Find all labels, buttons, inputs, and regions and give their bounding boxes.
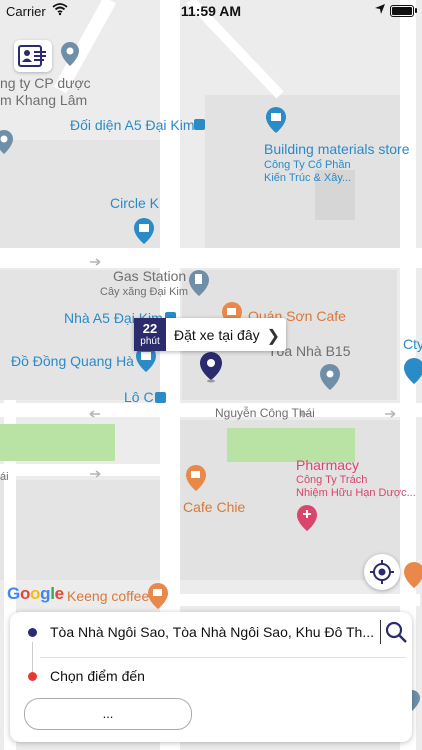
search-icon[interactable] xyxy=(384,620,408,644)
location-arrow-icon xyxy=(375,4,385,14)
pickup-dot-icon xyxy=(28,628,37,637)
poi-label: Circle K xyxy=(110,195,160,211)
poi-label: Công Ty Cổ Phần xyxy=(264,159,351,171)
poi-label: Đối diện A5 Đại Kim xyxy=(70,117,195,133)
text-cursor xyxy=(380,620,381,644)
poi-label: Nhiệm Hữu Hạn Dược... xyxy=(296,487,416,499)
poi-label: Building materials store xyxy=(264,141,410,157)
bus-stop-icon xyxy=(194,119,205,130)
more-options-button[interactable]: ... xyxy=(24,698,192,730)
poi-label: Công Ty Trách xyxy=(296,474,368,486)
eta-unit: phút xyxy=(140,336,160,347)
pickup-address-field[interactable]: Tòa Nhà Ngôi Sao, Tòa Nhà Ngôi Sao, Khu … xyxy=(50,624,378,640)
status-time: 11:59 AM xyxy=(180,3,242,19)
google-logo: Google xyxy=(7,584,64,603)
profile-card-button[interactable] xyxy=(14,40,52,72)
pickup-here-label: Đặt xe tại đây xyxy=(174,327,260,343)
destination-dot-icon xyxy=(28,672,37,681)
chevron-right-icon: ❯ xyxy=(266,328,280,345)
poi-label: Lô C xyxy=(124,389,154,405)
field-divider xyxy=(40,657,406,658)
eta-badge: 22 phút xyxy=(134,318,166,351)
destination-field[interactable]: Chọn điểm đến xyxy=(50,668,145,684)
poi-label: Gas Station xyxy=(113,268,187,284)
street-label: Nguyễn Công Thái xyxy=(215,406,315,420)
poi-label: ng ty CP dược xyxy=(0,75,91,91)
pickup-here-bubble[interactable]: 22 phút Đặt xe tại đây ❯ xyxy=(134,318,286,351)
eta-number: 22 xyxy=(142,321,158,336)
status-bar: Carrier 11:59 AM xyxy=(0,0,422,22)
crosshair-icon xyxy=(370,560,394,584)
route-panel: Tòa Nhà Ngôi Sao, Tòa Nhà Ngôi Sao, Khu … xyxy=(10,612,412,742)
poi-label: Pharmacy xyxy=(296,457,360,473)
poi-label: Keeng coffee xyxy=(67,588,150,604)
poi-label: m Khang Lâm xyxy=(0,92,88,108)
street-label: ái xyxy=(0,471,9,483)
my-location-button[interactable] xyxy=(364,554,400,590)
battery-icon xyxy=(390,5,417,17)
poi-label: Cafe Chie xyxy=(183,499,246,515)
bus-stop-icon xyxy=(155,392,166,403)
poi-label: Cây xăng Đại Kim xyxy=(100,286,189,298)
route-connector xyxy=(32,642,33,672)
id-card-icon xyxy=(18,45,46,67)
poi-label: Cty xyxy=(403,336,422,352)
poi-label: Đồ Đồng Quang Hà xyxy=(11,353,134,369)
poi-label: Kiến Trúc & Xây... xyxy=(264,172,352,184)
